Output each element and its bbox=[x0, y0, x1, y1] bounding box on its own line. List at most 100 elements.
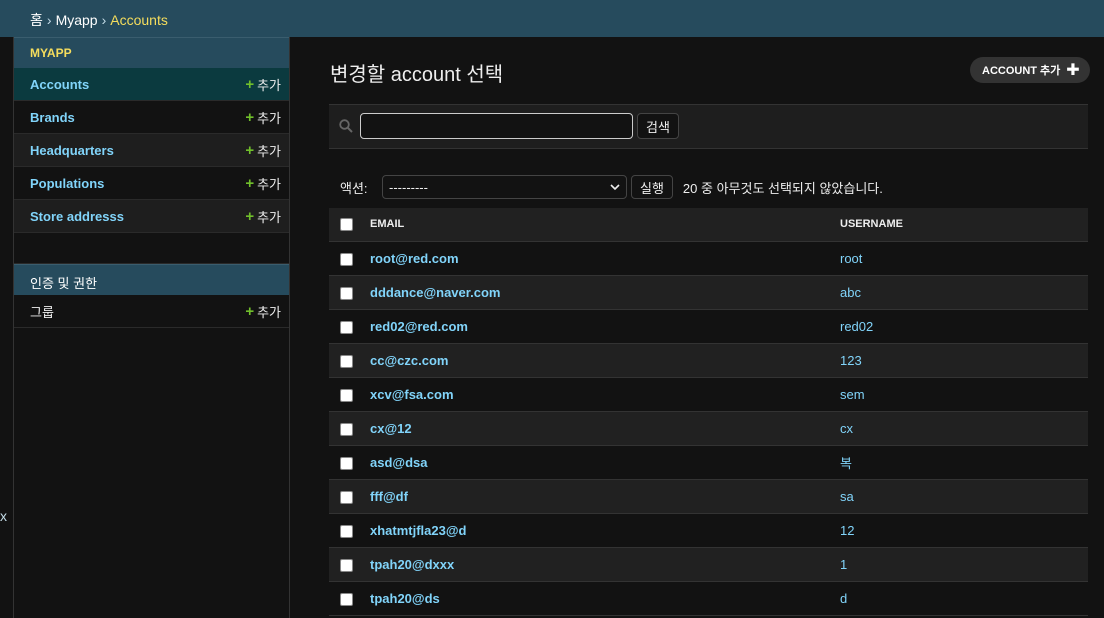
email-cell: xcv@fsa.com bbox=[362, 377, 840, 412]
email-link[interactable]: red02@red.com bbox=[370, 319, 468, 334]
sidebar-add-link[interactable]: + 추가 bbox=[245, 75, 281, 94]
row-checkbox[interactable] bbox=[340, 524, 353, 538]
row-checkbox[interactable] bbox=[340, 592, 353, 606]
sidebar-add-link[interactable]: + 추가 bbox=[245, 108, 281, 127]
row-checkbox[interactable] bbox=[340, 354, 353, 368]
table-header-row: EMAIL USERNAME bbox=[329, 208, 1088, 242]
email-cell: fff@df bbox=[362, 479, 840, 514]
row-select-cell bbox=[329, 343, 362, 378]
sidebar-item: Store addresss + 추가 bbox=[14, 200, 289, 233]
sidebar-toggle[interactable]: x bbox=[0, 508, 7, 524]
sidebar-item-link[interactable]: Brands bbox=[30, 110, 75, 125]
table-row: xhatmtjfla23@d 12 bbox=[329, 513, 1088, 548]
search-input[interactable] bbox=[360, 113, 633, 139]
username-cell: abc bbox=[840, 275, 1088, 310]
username-cell: sa bbox=[840, 479, 1088, 514]
username-cell: 1 bbox=[840, 547, 1088, 582]
sidebar-item-link[interactable]: Populations bbox=[30, 176, 104, 191]
row-checkbox[interactable] bbox=[340, 422, 353, 436]
sidebar-add-label: 추가 bbox=[257, 304, 281, 320]
email-link[interactable]: root@red.com bbox=[370, 251, 459, 266]
email-cell: asd@dsa bbox=[362, 445, 840, 480]
sidebar-item-link[interactable]: 그룹 bbox=[30, 302, 54, 321]
sidebar-item-link[interactable]: Store addresss bbox=[30, 209, 124, 224]
action-select-value: --------- bbox=[389, 179, 428, 195]
column-header-email[interactable]: EMAIL bbox=[362, 208, 840, 242]
email-link[interactable]: cx@12 bbox=[370, 421, 412, 436]
sidebar-add-link[interactable]: + 추가 bbox=[245, 141, 281, 160]
action-select[interactable]: --------- bbox=[382, 175, 627, 199]
table-row: xcv@fsa.com sem bbox=[329, 377, 1088, 412]
email-cell: red02@red.com bbox=[362, 309, 840, 344]
row-checkbox[interactable] bbox=[340, 388, 353, 402]
username-cell: root bbox=[840, 241, 1088, 276]
email-link[interactable]: asd@dsa bbox=[370, 455, 427, 470]
row-checkbox[interactable] bbox=[340, 456, 353, 470]
run-action-button[interactable]: 실행 bbox=[631, 175, 673, 199]
email-link[interactable]: cc@czc.com bbox=[370, 353, 448, 368]
app-caption-auth[interactable]: 인증 및 권한 bbox=[14, 264, 289, 295]
sidebar-item-link[interactable]: Accounts bbox=[30, 77, 89, 92]
plus-icon: + bbox=[245, 75, 255, 93]
email-link[interactable]: dddance@naver.com bbox=[370, 285, 500, 300]
username-cell: 123 bbox=[840, 343, 1088, 378]
search-button[interactable]: 검색 bbox=[637, 113, 679, 139]
breadcrumb-separator: › bbox=[46, 12, 52, 28]
email-link[interactable]: fff@df bbox=[370, 489, 408, 504]
add-account-button[interactable]: ACCOUNT 추가 ✚ bbox=[970, 57, 1090, 83]
email-link[interactable]: xhatmtjfla23@d bbox=[370, 523, 466, 538]
plus-icon: + bbox=[245, 302, 255, 320]
sidebar-add-label: 추가 bbox=[257, 209, 281, 225]
sidebar-add-link[interactable]: + 추가 bbox=[245, 207, 281, 226]
row-checkbox[interactable] bbox=[340, 490, 353, 504]
row-checkbox[interactable] bbox=[340, 286, 353, 300]
row-checkbox[interactable] bbox=[340, 252, 353, 266]
row-select-cell bbox=[329, 275, 362, 310]
breadcrumb-home[interactable]: 홈 bbox=[30, 12, 43, 28]
app-caption-myapp[interactable]: MYAPP bbox=[14, 37, 289, 68]
table-body: root@red.com root dddance@naver.com abc red0… bbox=[329, 241, 1088, 616]
row-checkbox[interactable] bbox=[340, 320, 353, 334]
row-select-cell bbox=[329, 411, 362, 446]
username-cell: 12 bbox=[840, 513, 1088, 548]
actions-label: 액션: bbox=[340, 180, 368, 196]
email-cell: cc@czc.com bbox=[362, 343, 840, 378]
results-table-wrapper: EMAIL USERNAME root@red.com root dddance@n… bbox=[329, 208, 1088, 616]
sidebar-add-link[interactable]: + 추가 bbox=[245, 302, 281, 321]
select-all-checkbox[interactable] bbox=[340, 217, 353, 231]
sidebar-item: Populations + 추가 bbox=[14, 167, 289, 200]
username-cell: sem bbox=[840, 377, 1088, 412]
search-bar: 검색 bbox=[329, 104, 1088, 149]
email-cell: cx@12 bbox=[362, 411, 840, 446]
sidebar-divider bbox=[14, 233, 289, 264]
username-cell: cx bbox=[840, 411, 1088, 446]
table-row: tpah20@ds d bbox=[329, 581, 1088, 616]
email-link[interactable]: tpah20@dxxx bbox=[370, 557, 454, 572]
row-select-cell bbox=[329, 445, 362, 480]
row-select-cell bbox=[329, 377, 362, 412]
plus-icon: + bbox=[245, 108, 255, 126]
sidebar-add-label: 추가 bbox=[257, 143, 281, 159]
email-cell: xhatmtjfla23@d bbox=[362, 513, 840, 548]
email-link[interactable]: tpah20@ds bbox=[370, 591, 440, 606]
sidebar-item: 그룹 + 추가 bbox=[14, 295, 289, 328]
email-link[interactable]: xcv@fsa.com bbox=[370, 387, 454, 402]
row-select-cell bbox=[329, 241, 362, 276]
table-row: asd@dsa 복 bbox=[329, 445, 1088, 480]
breadcrumb: 홈 › Myapp › Accounts bbox=[0, 0, 1104, 37]
sidebar-item: Headquarters + 추가 bbox=[14, 134, 289, 167]
breadcrumb-app[interactable]: Myapp bbox=[56, 12, 98, 28]
plus-icon: + bbox=[245, 141, 255, 159]
column-header-username[interactable]: USERNAME bbox=[840, 208, 1088, 242]
email-cell: tpah20@ds bbox=[362, 581, 840, 616]
sidebar-item: Brands + 추가 bbox=[14, 101, 289, 134]
sidebar-add-label: 추가 bbox=[257, 110, 281, 126]
search-icon bbox=[339, 119, 353, 133]
sidebar: MYAPP Accounts + 추가 Brands + 추가 Headquarters + 추… bbox=[13, 37, 290, 618]
username-cell: 복 bbox=[840, 445, 1088, 480]
row-select-cell bbox=[329, 513, 362, 548]
row-checkbox[interactable] bbox=[340, 558, 353, 572]
sidebar-add-link[interactable]: + 추가 bbox=[245, 174, 281, 193]
plus-icon: + bbox=[245, 174, 255, 192]
sidebar-item-link[interactable]: Headquarters bbox=[30, 143, 114, 158]
